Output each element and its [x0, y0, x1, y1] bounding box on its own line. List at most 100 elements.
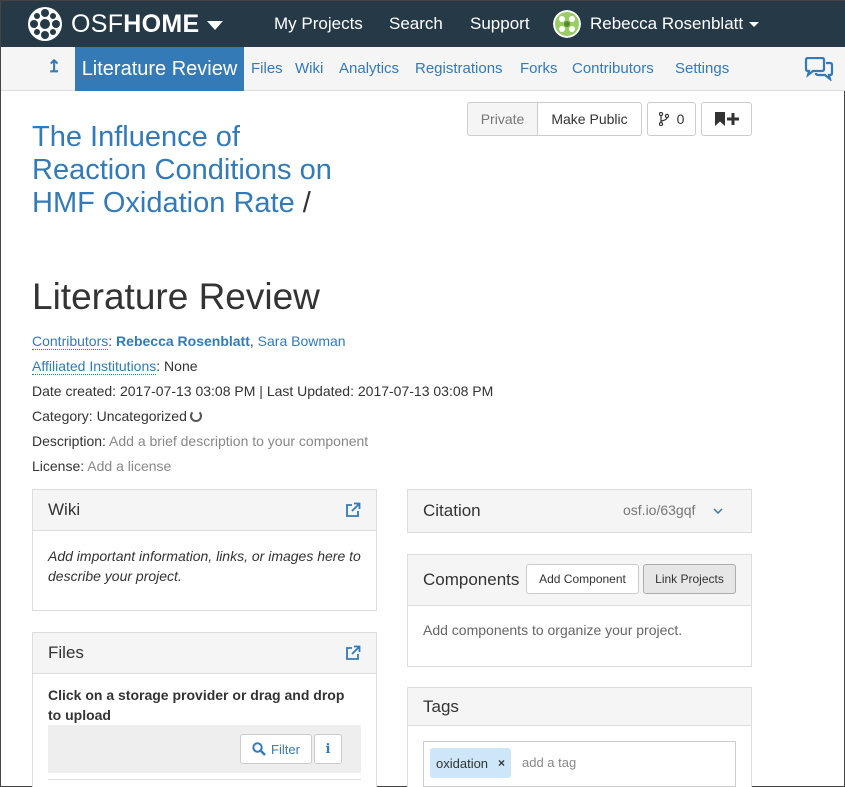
contributor-link[interactable]: Rebecca Rosenblatt	[116, 333, 250, 349]
institutions-row: Affiliated Institutions: None	[32, 358, 198, 375]
parent-project-link[interactable]: The Influence of Reaction Conditions on …	[32, 121, 332, 219]
date-created-value: 2017-07-13 03:08 PM	[119, 383, 256, 399]
external-link-icon[interactable]	[345, 502, 361, 518]
tags-panel-title: Tags	[423, 696, 459, 716]
components-panel-header: Components Add Component Link Projects	[408, 555, 751, 606]
tag-label: oxidation	[436, 755, 489, 771]
search-icon	[252, 742, 266, 756]
caret-down-icon	[749, 21, 760, 27]
category-row: Category: Uncategorized	[32, 408, 202, 424]
tags-input[interactable]: oxidation × add a tag	[423, 741, 736, 787]
comments-icon[interactable]	[804, 57, 834, 81]
files-panel-body: Click on a storage provider or drag and …	[33, 674, 376, 787]
nav-search[interactable]: Search	[389, 1, 443, 47]
user-name: Rebecca Rosenblatt	[590, 14, 744, 33]
description-row: Description: Add a brief description to …	[32, 433, 368, 449]
avatar	[553, 10, 581, 38]
nav-analytics[interactable]: Analytics	[339, 60, 399, 77]
tag-placeholder: add a tag	[522, 755, 577, 770]
description-input[interactable]: Add a brief description to your componen…	[109, 433, 368, 449]
wiki-placeholder-text: Add important information, links, or ima…	[48, 548, 361, 584]
link-projects-button[interactable]: Link Projects	[643, 564, 736, 594]
external-link-icon[interactable]	[345, 645, 361, 661]
fork-count: 0	[676, 111, 685, 127]
institutions-value: None	[164, 358, 198, 374]
up-arrow-icon[interactable]: ↥	[47, 57, 61, 77]
fork-group: 0	[647, 102, 696, 136]
info-button[interactable]: i	[314, 734, 342, 764]
category-label: Category:	[32, 408, 93, 424]
nav-my-projects[interactable]: My Projects	[274, 1, 363, 47]
license-row: License: Add a license	[32, 458, 171, 474]
visibility-group: Private Make Public	[467, 102, 642, 136]
components-panel: Components Add Component Link Projects A…	[407, 554, 752, 667]
files-panel-header: Files	[33, 633, 376, 674]
citation-panel-header[interactable]: Citation osf.io/63gqf	[408, 490, 751, 532]
nav-contributors[interactable]: Contributors	[572, 60, 654, 77]
nav-wiki[interactable]: Wiki	[295, 60, 323, 77]
citation-panel-title: Citation	[423, 501, 481, 520]
nav-settings[interactable]: Settings	[675, 60, 729, 77]
tags-panel-header: Tags	[408, 688, 751, 726]
title-separator: /	[302, 187, 311, 219]
page-title: Literature Review	[32, 276, 320, 317]
chevron-down-icon[interactable]	[206, 21, 223, 30]
brand-osf: OSF	[71, 9, 124, 38]
institutions-label[interactable]: Affiliated Institutions	[32, 358, 157, 375]
license-label: License:	[32, 458, 85, 474]
components-panel-title: Components	[423, 570, 520, 589]
fork-icon	[658, 112, 669, 126]
add-component-button[interactable]: Add Component	[526, 564, 639, 594]
osf-logo-icon	[28, 7, 62, 41]
info-icon: i	[325, 741, 331, 757]
nav-forks[interactable]: Forks	[520, 60, 558, 77]
wiki-panel-title: Wiki	[48, 500, 81, 519]
files-toolbar: Filter i	[48, 725, 361, 773]
nav-literature-review[interactable]: Literature Review	[75, 47, 244, 91]
filter-button[interactable]: Filter	[240, 734, 312, 764]
last-updated-value: 2017-07-13 03:08 PM	[357, 383, 494, 399]
private-button[interactable]: Private	[467, 102, 538, 136]
chevron-down-icon[interactable]	[713, 508, 723, 514]
files-panel-title: Files	[48, 643, 84, 662]
contributors-label[interactable]: Contributors	[32, 333, 109, 350]
tags-panel-body: oxidation × add a tag	[408, 726, 751, 787]
contributor-link[interactable]: Sara Bowman	[258, 333, 346, 349]
wiki-panel-body: Add important information, links, or ima…	[33, 531, 376, 601]
components-placeholder: Add components to organize your project.	[423, 622, 683, 638]
category-value[interactable]: Uncategorized	[97, 408, 187, 424]
nav-registrations[interactable]: Registrations	[415, 60, 503, 77]
brand-text: OSFHOME	[71, 10, 200, 39]
project-nav: ↥ Literature Review Files Wiki Analytics…	[1, 47, 845, 91]
files-panel: Files Click on a storage provider or dra…	[32, 632, 377, 787]
last-updated-label: Last Updated:	[266, 383, 354, 399]
brand-home: HOME	[123, 9, 200, 38]
files-instructions: Click on a storage provider or drag and …	[48, 687, 345, 723]
user-menu[interactable]: Rebecca Rosenblatt	[553, 9, 760, 39]
contributors-row: Contributors: Rebecca Rosenblatt, Sara B…	[32, 333, 346, 350]
wiki-panel: Wiki Add important information, links, o…	[32, 489, 377, 611]
license-input[interactable]: Add a license	[87, 458, 171, 474]
fork-button[interactable]: 0	[647, 102, 696, 136]
nav-support[interactable]: Support	[470, 1, 530, 47]
remove-tag-icon[interactable]: ×	[498, 756, 505, 770]
osf-home-brand[interactable]: OSFHOME	[27, 5, 223, 43]
bookmark-plus-icon	[714, 112, 739, 126]
citation-url: osf.io/63gqf	[623, 502, 696, 518]
date-created-label: Date created:	[32, 383, 117, 399]
nav-files[interactable]: Files	[251, 60, 283, 77]
top-navbar: OSFHOME My Projects Search Support Rebec…	[1, 1, 845, 47]
tags-panel: Tags oxidation × add a tag	[407, 687, 752, 787]
loading-spinner-icon	[189, 410, 202, 422]
citation-panel: Citation osf.io/63gqf	[407, 489, 752, 533]
bookmark-button[interactable]	[701, 102, 752, 136]
bookmark-group	[701, 102, 752, 136]
tag-chip: oxidation ×	[430, 748, 512, 778]
wiki-panel-header: Wiki	[33, 490, 376, 531]
dates-row: Date created: 2017-07-13 03:08 PM | Last…	[32, 383, 494, 399]
parent-project-title: The Influence of Reaction Conditions on …	[32, 121, 332, 220]
filter-label: Filter	[271, 741, 300, 757]
make-public-button[interactable]: Make Public	[538, 102, 642, 136]
files-grid-header	[48, 779, 361, 787]
description-label: Description:	[32, 433, 106, 449]
